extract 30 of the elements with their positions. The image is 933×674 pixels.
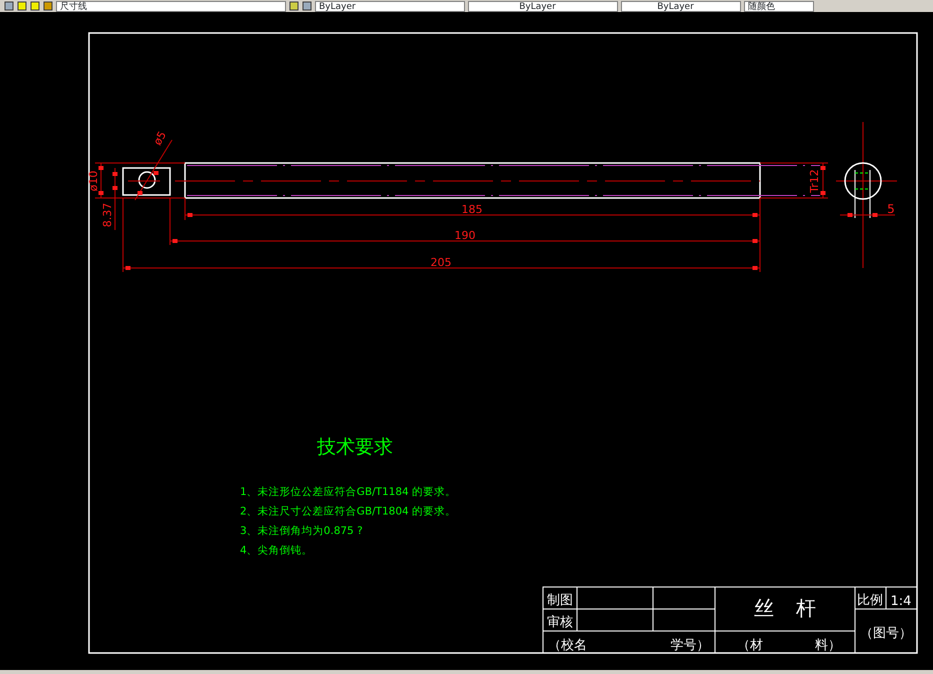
requirements-title: 技术要求: [317, 436, 393, 458]
dimension-text: ø10: [87, 170, 100, 192]
requirement-text: 2、未注尺寸公差应符合GB/T1804 的要求。: [240, 506, 456, 518]
dimension-text: 205: [430, 256, 452, 269]
title-block-label: （材: [737, 638, 763, 653]
title-block-label: 制图: [547, 593, 573, 608]
requirement-text: 1、未注形位公差应符合GB/T1184 的要求。: [240, 486, 456, 498]
dimension-text: 5: [887, 202, 895, 216]
dimension-line: [840, 213, 896, 217]
requirement-text: 3、未注倒角均为0.875 ?: [240, 525, 363, 537]
layer-dropdown[interactable]: 尺寸线: [56, 0, 286, 12]
scale-value: 1:4: [890, 594, 912, 609]
plot-style-dropdown[interactable]: 随颜色: [744, 0, 814, 12]
title-block-label: （校名: [548, 638, 587, 653]
lineweight-dropdown[interactable]: ByLayer: [621, 0, 741, 12]
dimension-text: 8.37: [101, 202, 114, 228]
title-block-label: 学号）: [670, 638, 710, 653]
part-name: 丝 杆: [754, 596, 816, 620]
shaft-end-drawing: [122, 167, 171, 196]
title-block-label: 审核: [547, 615, 573, 630]
dimension-text: Tr12: [808, 169, 821, 193]
title-block-label: 料）: [815, 638, 841, 653]
color-dropdown[interactable]: ByLayer: [315, 0, 465, 12]
title-block-label: 比例: [857, 593, 883, 608]
dimension-text: ø5: [150, 129, 170, 148]
requirement-text: 4、尖角倒钝。: [240, 544, 313, 556]
dimension-text: 190: [454, 229, 476, 242]
dimension-text: 185: [462, 203, 482, 216]
linetype-dropdown[interactable]: ByLayer: [468, 0, 618, 12]
drawing-number: （图号）: [860, 626, 912, 641]
